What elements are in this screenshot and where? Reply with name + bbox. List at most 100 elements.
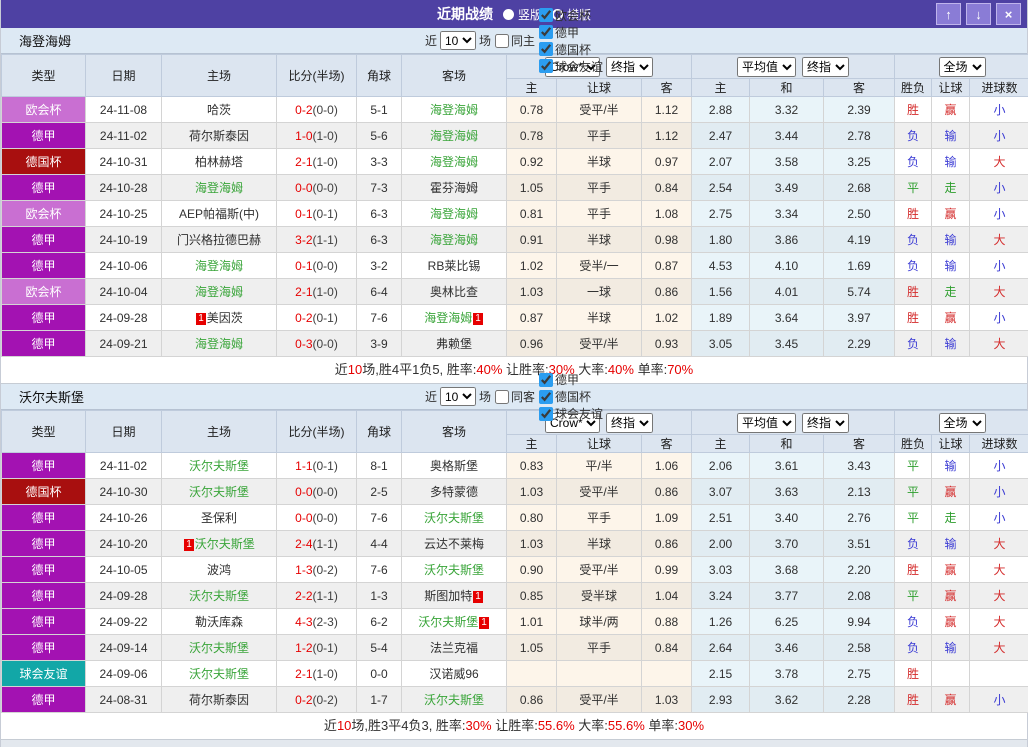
- col-header-home: 主场: [162, 55, 277, 97]
- asian-handicap: 受平/半: [557, 687, 642, 713]
- result-outcome: 负: [895, 331, 932, 357]
- league-label: 德国杯: [555, 41, 591, 58]
- asian-odds-away: 0.86: [642, 479, 692, 505]
- match-row: 德甲24-08-31荷尔斯泰因0-2(0-2)1-7沃尔夫斯堡0.86受平/半1…: [2, 687, 1028, 713]
- final-odds-select[interactable]: 终指: [802, 413, 849, 433]
- league-checkbox[interactable]: [539, 25, 553, 39]
- scope-select[interactable]: 全场: [939, 413, 986, 433]
- fulltime-score: 2-1: [295, 285, 312, 299]
- match-row: 德甲24-10-19门兴格拉德巴赫3-2(1-1)6-3海登海姆0.91半球0.…: [2, 227, 1028, 253]
- same-venue-checkbox[interactable]: [495, 390, 509, 404]
- league-checkbox[interactable]: [539, 59, 553, 73]
- match-type-badge: 德国杯: [2, 149, 86, 175]
- home-team: 海登海姆: [162, 253, 277, 279]
- match-row: 欧会杯24-10-25AEP帕福斯(中)0-1(0-1)6-3海登海姆0.81平…: [2, 201, 1028, 227]
- league-filter-1[interactable]: 德甲: [538, 24, 603, 41]
- home-team-name: 海登海姆: [195, 285, 243, 299]
- final-odds-select[interactable]: 终指: [606, 57, 653, 77]
- away-team-name: 海登海姆: [430, 207, 478, 221]
- league-filter-3[interactable]: 球会友谊: [538, 58, 603, 75]
- league-checkbox[interactable]: [539, 390, 553, 404]
- scope-select[interactable]: 全场: [939, 57, 986, 77]
- asian-odds-home: 0.87: [507, 305, 557, 331]
- halftime-score: (1-1): [313, 233, 338, 247]
- away-team-name: 奥格斯堡: [430, 459, 478, 473]
- home-team-name: 沃尔夫斯堡: [189, 641, 249, 655]
- away-team-name: 沃尔夫斯堡: [424, 693, 484, 707]
- asian-odds-home: [507, 661, 557, 687]
- result-goals: 大: [970, 583, 1028, 609]
- away-team: 云达不莱梅: [402, 531, 507, 557]
- league-filter-0[interactable]: 德甲: [538, 371, 603, 388]
- fulltime-score: 0-3: [295, 337, 312, 351]
- result-outcome: 负: [895, 123, 932, 149]
- asian-handicap: 受平/半: [557, 557, 642, 583]
- average-odds-select[interactable]: 平均值: [737, 413, 796, 433]
- match-date: 24-10-05: [86, 557, 162, 583]
- euro-odds-away: 2.20: [824, 557, 895, 583]
- league-filter-0[interactable]: 欧会杯: [538, 7, 603, 24]
- match-row: 德甲24-11-02沃尔夫斯堡1-1(0-1)8-1奥格斯堡0.83平/半1.0…: [2, 453, 1028, 479]
- col-header-type: 类型: [2, 55, 86, 97]
- match-score: 0-0(0-0): [277, 505, 357, 531]
- result-outcome: 平: [895, 175, 932, 201]
- sub-header-handicap: 让球: [557, 435, 642, 453]
- same-venue-filter[interactable]: 同客: [494, 388, 535, 405]
- result-goals: 小: [970, 97, 1028, 123]
- result-outcome: 胜: [895, 661, 932, 687]
- recent-count-select[interactable]: 10: [440, 387, 476, 406]
- league-checkbox[interactable]: [539, 407, 553, 421]
- euro-odds-away: 9.94: [824, 609, 895, 635]
- fulltime-score: 0-0: [295, 181, 312, 195]
- match-score: 0-0(0-0): [277, 479, 357, 505]
- league-filters: 德甲德国杯球会友谊: [538, 371, 603, 422]
- final-odds-select[interactable]: 终指: [802, 57, 849, 77]
- home-team-name: 沃尔夫斯堡: [189, 485, 249, 499]
- league-filter-1[interactable]: 德国杯: [538, 388, 603, 405]
- result-handicap: 输: [932, 331, 970, 357]
- halftime-score: (1-1): [313, 589, 338, 603]
- scroll-down-button[interactable]: ↓: [966, 3, 991, 25]
- league-filter-2[interactable]: 球会友谊: [538, 405, 603, 422]
- fulltime-score: 0-1: [295, 207, 312, 221]
- euro-odds-away: 2.28: [824, 687, 895, 713]
- asian-handicap: [557, 661, 642, 687]
- away-team-name: RB莱比锡: [428, 259, 481, 273]
- recent-results-panel: 近期战绩 竖版 横版 ↑ ↓ × 海登海姆 近 10 场 同主: [0, 0, 1028, 747]
- match-row: 德甲24-10-28海登海姆0-0(0-0)7-3霍芬海姆1.05平手0.842…: [2, 175, 1028, 201]
- close-button[interactable]: ×: [996, 3, 1021, 25]
- home-team: 勒沃库森: [162, 609, 277, 635]
- result-goals: 大: [970, 149, 1028, 175]
- final-odds-select[interactable]: 终指: [606, 413, 653, 433]
- result-handicap: 赢: [932, 97, 970, 123]
- same-venue-filter[interactable]: 同主: [494, 32, 535, 49]
- asian-odds-home: 0.86: [507, 687, 557, 713]
- col-header-home: 主场: [162, 411, 277, 453]
- asian-odds-away: 1.12: [642, 123, 692, 149]
- result-group: 全场: [895, 411, 1028, 435]
- halftime-score: (0-0): [313, 181, 338, 195]
- league-checkbox[interactable]: [539, 8, 553, 22]
- league-filters: 欧会杯德甲德国杯球会友谊: [538, 7, 603, 75]
- scroll-up-button[interactable]: ↑: [936, 3, 961, 25]
- match-type-badge: 德甲: [2, 635, 86, 661]
- recent-count-select[interactable]: 10: [440, 31, 476, 50]
- league-checkbox[interactable]: [539, 42, 553, 56]
- same-venue-checkbox[interactable]: [495, 34, 509, 48]
- away-team-name: 沃尔夫斯堡: [424, 563, 484, 577]
- away-team: 弗赖堡: [402, 331, 507, 357]
- league-filter-2[interactable]: 德国杯: [538, 41, 603, 58]
- asian-handicap: 球半/两: [557, 609, 642, 635]
- euro-odds-away: 2.29: [824, 331, 895, 357]
- result-handicap: 输: [932, 149, 970, 175]
- red-card-icon: 1: [196, 313, 206, 325]
- euro-odds-draw: 4.01: [750, 279, 824, 305]
- summary-text: 单率:: [634, 362, 667, 377]
- euro-odds-away: 2.08: [824, 583, 895, 609]
- away-team: 海登海姆: [402, 123, 507, 149]
- league-checkbox[interactable]: [539, 373, 553, 387]
- result-goals: 小: [970, 453, 1028, 479]
- average-odds-select[interactable]: 平均值: [737, 57, 796, 77]
- euro-odds-group: 平均值终指: [692, 55, 895, 79]
- col-header-date: 日期: [86, 55, 162, 97]
